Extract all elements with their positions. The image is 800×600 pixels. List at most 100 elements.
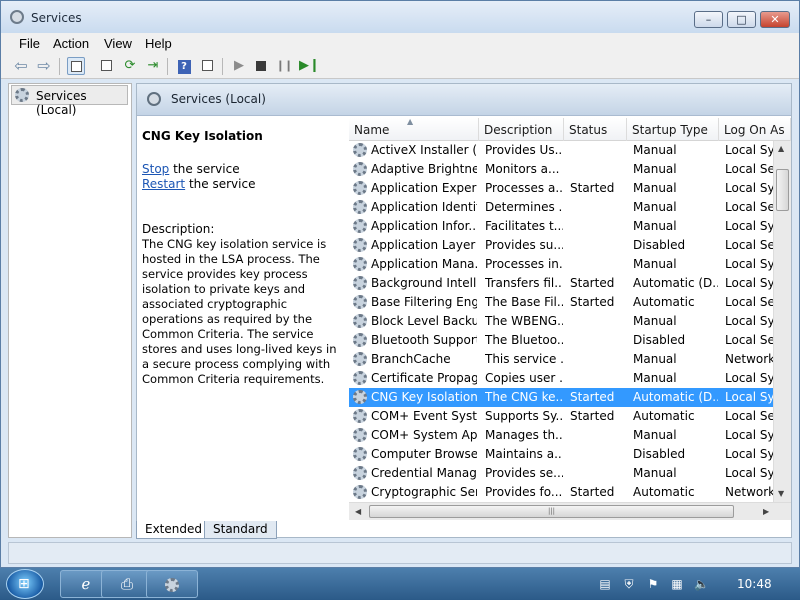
restart-action: Restart the service: [142, 177, 255, 191]
cell-name: Application Experi...: [371, 181, 477, 195]
title-bar[interactable]: Services – □ ✕: [1, 1, 799, 33]
restart-service-link[interactable]: Restart: [142, 177, 185, 191]
scroll-right-icon[interactable]: ▶: [763, 507, 769, 516]
cell-logon: Local Serv: [725, 200, 773, 214]
horizontal-scrollbar[interactable]: ◀ ||| ▶: [349, 502, 791, 520]
table-row[interactable]: Block Level Backu... The WBENG... Manual Lo…: [349, 312, 773, 331]
refresh-icon[interactable]: ⟳: [121, 57, 139, 75]
column-status[interactable]: Status: [564, 118, 627, 141]
pause-service-icon[interactable]: ❙❙: [275, 57, 293, 75]
table-row[interactable]: Cryptographic Ser... Provides fo... Starte…: [349, 483, 773, 502]
console-tree-icon[interactable]: [67, 57, 85, 75]
menu-file[interactable]: File: [19, 36, 40, 51]
description-label: Description:: [142, 222, 215, 236]
taskbar-services[interactable]: [146, 570, 198, 598]
maximize-button[interactable]: □: [727, 11, 756, 28]
column-name-label: Name: [354, 123, 390, 137]
cell-desc: Facilitates t...: [485, 219, 563, 233]
cell-name: Certificate Propag...: [371, 371, 477, 385]
table-row[interactable]: Application Infor... Facilitates t... Manu…: [349, 217, 773, 236]
cell-logon: Local Syst: [725, 371, 773, 385]
table-row[interactable]: Application Layer ... Provides su... Disab…: [349, 236, 773, 255]
tab-standard[interactable]: Standard: [204, 521, 277, 539]
table-row[interactable]: Application Identity Determines ... Manual…: [349, 198, 773, 217]
menu-action[interactable]: Action: [53, 36, 89, 51]
vertical-scrollbar[interactable]: ▲ ▼: [773, 141, 791, 502]
toolbar-separator: [222, 58, 223, 75]
cell-startup: Automatic: [633, 295, 695, 309]
toolbar: ⇦ ⇨ ⟳ ⇥ ? ▶ ❙❙ ▶❙: [1, 53, 799, 79]
selected-service-name: CNG Key Isolation: [142, 129, 263, 143]
cell-logon: Local Serv: [725, 295, 773, 309]
scroll-down-icon[interactable]: ▼: [778, 489, 784, 498]
vertical-scroll-thumb[interactable]: [776, 169, 789, 211]
cell-desc: Maintains a...: [485, 447, 563, 461]
table-row[interactable]: Base Filtering Engi... The Base Fil... Sta…: [349, 293, 773, 312]
back-arrow-icon[interactable]: ⇦: [12, 57, 30, 75]
column-startup-type[interactable]: Startup Type: [627, 118, 719, 141]
stop-service-link[interactable]: Stop: [142, 162, 169, 176]
properties-icon[interactable]: [97, 57, 115, 75]
cell-name: COM+ System Ap...: [371, 428, 477, 442]
cell-desc: Processes in...: [485, 257, 563, 271]
menu-help[interactable]: Help: [145, 36, 172, 51]
column-log-on-as[interactable]: Log On As: [719, 118, 791, 141]
table-row[interactable]: COM+ Event Syst... Supports Sy... Started A…: [349, 407, 773, 426]
shield-icon[interactable]: ⛨: [622, 577, 636, 591]
cell-startup: Automatic: [633, 485, 695, 499]
table-row[interactable]: BranchCache This service ... Manual Network…: [349, 350, 773, 369]
start-button[interactable]: ⊞: [6, 569, 44, 599]
table-row[interactable]: Credential Manager Provides se... Manual Lo…: [349, 464, 773, 483]
cell-startup: Manual: [633, 219, 677, 233]
export-icon[interactable]: ⇥: [144, 57, 162, 75]
network-icon[interactable]: ▦: [670, 577, 684, 591]
cell-logon: Local Syst: [725, 447, 773, 461]
forward-arrow-icon[interactable]: ⇨: [35, 57, 53, 75]
gear-icon: [353, 200, 367, 214]
flag-icon[interactable]: ⚑: [646, 577, 660, 591]
cell-name: Application Infor...: [371, 219, 477, 233]
horizontal-scroll-thumb[interactable]: |||: [369, 505, 734, 518]
tab-extended[interactable]: Extended: [136, 521, 211, 539]
cell-logon: Local Syst: [725, 257, 773, 271]
start-service-icon[interactable]: ▶: [230, 57, 248, 75]
stop-service-icon[interactable]: [252, 57, 270, 75]
toolbar-separator: [59, 58, 60, 75]
table-row[interactable]: Adaptive Brightness Monitors a... Manual Lo…: [349, 160, 773, 179]
scroll-up-icon[interactable]: ▲: [778, 144, 784, 153]
show-hide-pane-icon[interactable]: [198, 57, 216, 75]
help-icon[interactable]: ?: [175, 57, 193, 75]
cell-desc: Monitors a...: [485, 162, 560, 176]
cell-logon: Local Syst: [725, 428, 773, 442]
window-title: Services: [31, 11, 82, 25]
restart-service-icon[interactable]: ▶❙: [299, 57, 320, 75]
cell-desc: Transfers fil...: [485, 276, 563, 290]
close-button[interactable]: ✕: [760, 11, 790, 28]
minimize-button[interactable]: –: [694, 11, 723, 28]
document-icon[interactable]: ▤: [598, 577, 612, 591]
clock[interactable]: 10:48: [737, 577, 772, 591]
cell-startup: Automatic: [633, 409, 695, 423]
menu-view[interactable]: View: [104, 36, 132, 51]
table-row[interactable]: ActiveX Installer (... Provides Us... Manu…: [349, 141, 773, 160]
cell-status: Started: [570, 181, 615, 195]
table-row[interactable]: CNG Key Isolation The CNG ke... Started Aut…: [349, 388, 773, 407]
cell-desc: Manages th...: [485, 428, 563, 442]
table-row[interactable]: Bluetooth Support... The Bluetoo... Disabl…: [349, 331, 773, 350]
table-row[interactable]: COM+ System Ap... Manages th... Manual Loca…: [349, 426, 773, 445]
cell-name: COM+ Event Syst...: [371, 409, 477, 423]
table-row[interactable]: Application Mana... Processes in... Manual…: [349, 255, 773, 274]
volume-muted-icon[interactable]: 🔈: [694, 577, 709, 591]
table-row[interactable]: Computer Browser Maintains a... Disabled Lo…: [349, 445, 773, 464]
column-description[interactable]: Description: [479, 118, 564, 141]
table-row[interactable]: Application Experi... Processes a... Start…: [349, 179, 773, 198]
column-name[interactable]: ▲ Name: [349, 118, 479, 141]
cell-name: Base Filtering Engi...: [371, 295, 477, 309]
table-row[interactable]: Certificate Propag... Copies user ... Manu…: [349, 369, 773, 388]
cell-logon: Network S: [725, 485, 773, 499]
cell-desc: Processes a...: [485, 181, 563, 195]
scroll-left-icon[interactable]: ◀: [355, 507, 361, 516]
gear-icon: [353, 181, 367, 195]
tree-item-services-local[interactable]: Services (Local): [11, 85, 128, 117]
table-row[interactable]: Background Intelli... Transfers fil... Sta…: [349, 274, 773, 293]
